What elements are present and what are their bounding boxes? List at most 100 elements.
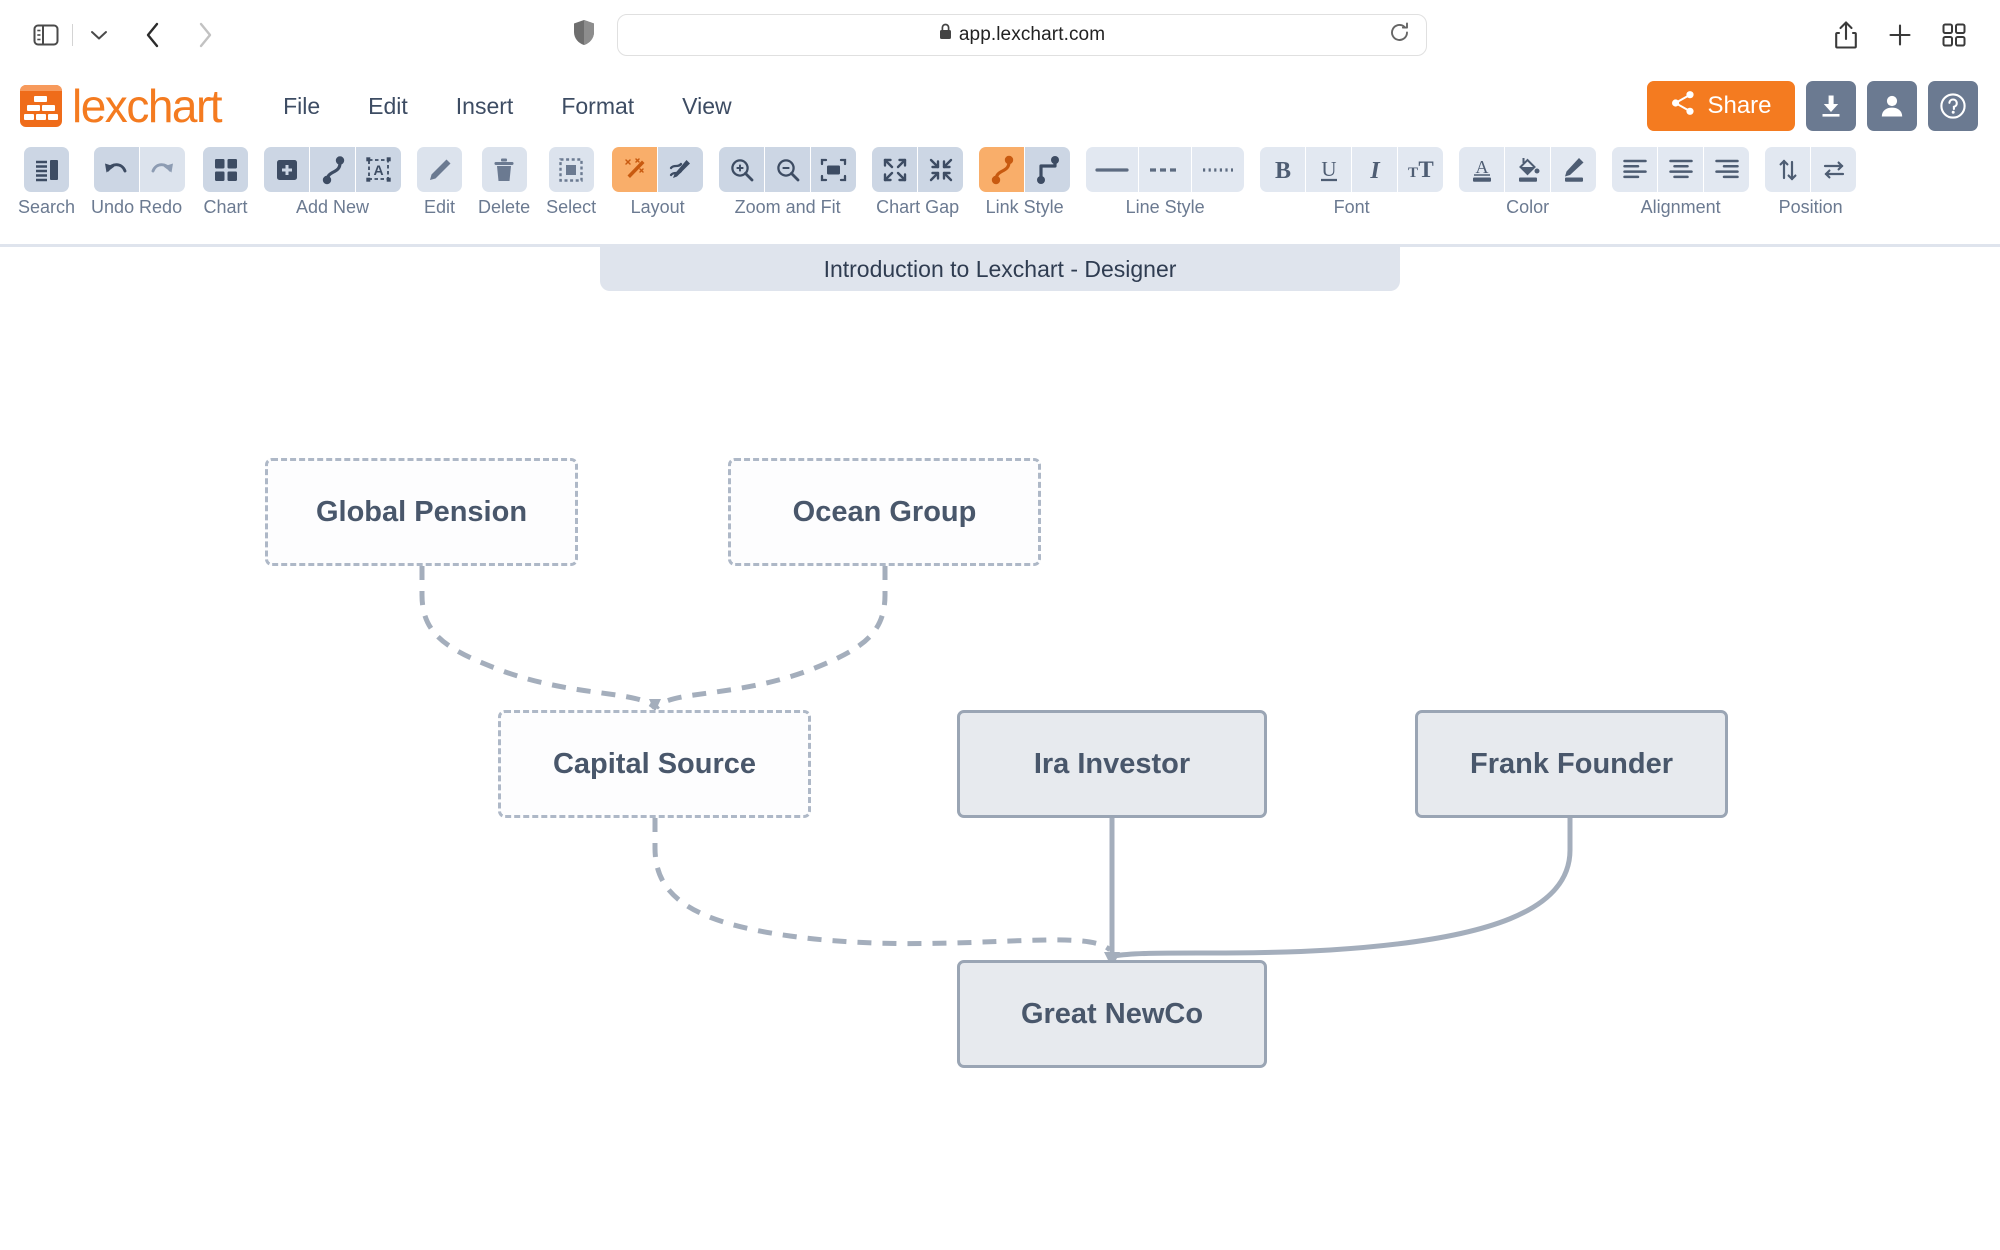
forward-arrow-icon: [185, 15, 225, 55]
toolbar-label-zoom-and-fit: Zoom and Fit: [734, 197, 841, 217]
node-ocean-group[interactable]: Ocean Group: [728, 458, 1041, 566]
download-button[interactable]: [1806, 81, 1856, 131]
zoom-in-icon[interactable]: [719, 147, 765, 192]
node-label: Great NewCo: [1020, 997, 1204, 1030]
toolbar-group-select: Select: [546, 147, 596, 218]
move-vertical-icon[interactable]: [1765, 147, 1811, 192]
add-text-icon[interactable]: A: [356, 147, 402, 192]
reload-icon[interactable]: [1389, 22, 1410, 48]
bold-icon[interactable]: B: [1260, 147, 1306, 192]
align-right-icon[interactable]: [1704, 147, 1750, 192]
font-color-icon[interactable]: A: [1459, 147, 1505, 192]
dotted-line-icon[interactable]: [1192, 147, 1245, 192]
toolbar-group-color: A Color: [1459, 147, 1597, 218]
underline-icon[interactable]: U: [1306, 147, 1352, 192]
move-horizontal-icon[interactable]: [1811, 147, 1857, 192]
tab-overview-icon[interactable]: [1934, 15, 1974, 55]
svg-text:A: A: [1475, 157, 1488, 177]
menu-format[interactable]: Format: [537, 85, 658, 128]
share-button[interactable]: Share: [1647, 81, 1795, 131]
node-label: Ocean Group: [792, 495, 977, 528]
node-frank-founder[interactable]: Frank Founder: [1415, 710, 1728, 818]
redo-icon[interactable]: [139, 147, 185, 192]
align-center-icon[interactable]: [1658, 147, 1704, 192]
menu-file[interactable]: File: [259, 85, 344, 128]
toolbar-label-alignment: Alignment: [1640, 197, 1721, 217]
auto-layout-wand-icon[interactable]: [612, 147, 658, 192]
menu-edit[interactable]: Edit: [344, 85, 432, 128]
node-great-newco[interactable]: Great NewCo: [957, 960, 1267, 1068]
svg-text:U: U: [1321, 157, 1336, 181]
trash-icon[interactable]: [481, 147, 527, 192]
help-button[interactable]: [1928, 81, 1978, 131]
add-link-icon[interactable]: [310, 147, 356, 192]
account-button[interactable]: [1867, 81, 1917, 131]
share-icon[interactable]: [1826, 15, 1866, 55]
svg-text:A: A: [373, 162, 383, 178]
node-global-pension[interactable]: Global Pension: [265, 458, 578, 566]
new-tab-icon[interactable]: [1880, 15, 1920, 55]
node-label: Capital Source: [552, 747, 757, 780]
back-arrow-icon[interactable]: [133, 15, 173, 55]
toolbar-group-search: Search: [18, 147, 75, 218]
privacy-shield-icon[interactable]: [573, 19, 595, 51]
sidebar-toggle-icon[interactable]: [26, 15, 66, 55]
edge-capital-source-to-great-newco: [652, 818, 1112, 952]
toolbar-group-edit: Edit: [417, 147, 463, 218]
marquee-select-icon[interactable]: [548, 147, 594, 192]
solid-line-icon[interactable]: [1086, 147, 1139, 192]
lexchart-logo[interactable]: lexchart: [20, 80, 223, 132]
list-panel-icon[interactable]: [24, 147, 70, 192]
toolbar-label-delete: Delete: [478, 197, 531, 217]
svg-text:T: T: [1408, 165, 1418, 181]
browser-right-controls: [1826, 15, 1974, 55]
document-title-bar[interactable]: Introduction to Lexchart - Designer: [600, 247, 1400, 291]
toolbar-label-color: Color: [1506, 197, 1550, 217]
curved-link-icon[interactable]: [979, 147, 1025, 192]
expand-gap-icon[interactable]: [872, 147, 918, 192]
toolbar-label-chart-gap: Chart Gap: [876, 197, 960, 217]
dashed-line-icon[interactable]: [1139, 147, 1192, 192]
lexchart-wordmark: lexchart: [72, 80, 223, 132]
url-text: app.lexchart.com: [958, 23, 1106, 45]
align-left-icon[interactable]: [1612, 147, 1658, 192]
toolbar-label-undo: Undo: [91, 197, 135, 217]
toolbar-label-position: Position: [1778, 197, 1843, 217]
chevron-down-icon[interactable]: [79, 15, 119, 55]
header-actions: Share: [1647, 81, 1978, 131]
node-label: Frank Founder: [1469, 747, 1673, 780]
editor-toolbar: Search Undo Redo Chart A Add New Edit De…: [0, 142, 2000, 247]
browser-chrome: app.lexchart.com: [0, 0, 2000, 70]
toolbar-label-line-style: Line Style: [1125, 197, 1205, 217]
browser-nav-controls: [0, 15, 225, 55]
node-ira-investor[interactable]: Ira Investor: [957, 710, 1267, 818]
toolbar-label-layout: Layout: [630, 197, 685, 217]
zoom-out-icon[interactable]: [765, 147, 811, 192]
toolbar-group-font: B U I TT Font: [1260, 147, 1444, 218]
node-capital-source[interactable]: Capital Source: [498, 710, 811, 818]
menu-view[interactable]: View: [658, 85, 755, 128]
orthogonal-link-icon[interactable]: [1025, 147, 1071, 192]
manual-layout-icon[interactable]: [658, 147, 704, 192]
menu-insert[interactable]: Insert: [432, 85, 538, 128]
toolbar-label-edit: Edit: [424, 197, 456, 217]
app-header: lexchart File Edit Insert Format View Sh…: [0, 70, 2000, 142]
add-box-icon[interactable]: [264, 147, 310, 192]
fill-color-icon[interactable]: [1505, 147, 1551, 192]
node-label: Global Pension: [315, 495, 528, 528]
toolbar-group-delete: Delete: [478, 147, 530, 218]
edge-global-pension-to-capital-source: [419, 566, 657, 710]
chart-canvas[interactable]: Global Pension Ocean Group Capital Sourc…: [0, 250, 2000, 1250]
undo-icon[interactable]: [93, 147, 139, 192]
toolbar-label-select: Select: [546, 197, 597, 217]
italic-icon[interactable]: I: [1352, 147, 1398, 192]
logo-lex-text: lex: [72, 80, 128, 132]
font-size-icon[interactable]: TT: [1398, 147, 1444, 192]
line-color-icon[interactable]: [1551, 147, 1597, 192]
pencil-icon[interactable]: [417, 147, 463, 192]
grid-squares-icon[interactable]: [203, 147, 249, 192]
url-input[interactable]: app.lexchart.com: [617, 13, 1427, 56]
address-bar-area: app.lexchart.com: [573, 13, 1427, 56]
fit-screen-icon[interactable]: [811, 147, 857, 192]
collapse-gap-icon[interactable]: [918, 147, 964, 192]
